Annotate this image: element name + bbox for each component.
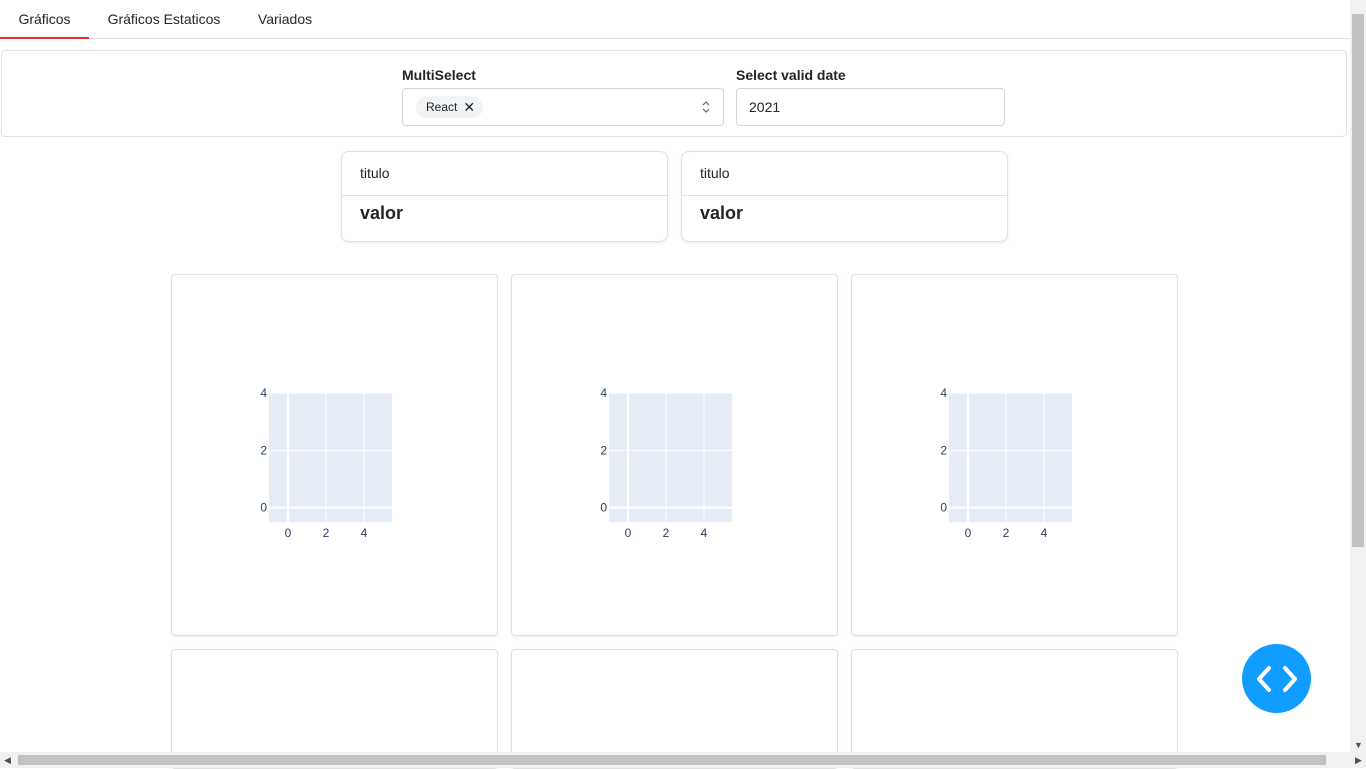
x-tick-label: 0 [965,526,972,540]
x-tick-label: 2 [323,526,330,540]
y-tick-label: 0 [260,501,267,515]
tab-graficos[interactable]: Gráficos [0,0,89,39]
date-label: Select valid date [736,67,846,83]
tab-label: Gráficos Estaticos [107,11,221,27]
x-tick-label: 4 [701,526,708,540]
y-tick-label: 4 [260,386,267,400]
selected-pill: React ✕ [416,96,484,118]
remove-pill-icon[interactable]: ✕ [463,96,475,118]
y-tick-label: 4 [600,386,607,400]
empty-plot: 0246420 [940,386,1072,540]
chart-card: 0246420 [171,274,498,636]
y-tick-label: 4 [940,386,947,400]
x-tick-label: 2 [663,526,670,540]
chart-card [171,649,498,769]
x-tick-label: 0 [625,526,632,540]
horizontal-scroll-thumb[interactable] [18,755,1326,765]
kpi-title: titulo [360,165,390,181]
kpi-title: titulo [700,165,730,181]
multiselect-input[interactable]: React ✕ [402,88,724,126]
x-tick-label: 2 [1003,526,1010,540]
tab-bar: Gráficos Gráficos Estaticos Variados [0,0,1350,39]
date-field[interactable]: 2021 [736,88,1005,126]
x-tick-label: 0 [285,526,292,540]
kpi-card: titulo valor [341,151,668,242]
y-tick-label: 2 [940,443,947,457]
code-toggle-button[interactable] [1242,644,1311,713]
tab-variados[interactable]: Variados [239,0,331,38]
y-tick-label: 0 [940,501,947,515]
code-brackets-icon [1256,665,1297,692]
scroll-left-arrow[interactable]: ◀ [4,755,11,765]
y-tick-label: 0 [600,501,607,515]
tab-graficos-estaticos[interactable]: Gráficos Estaticos [89,0,239,38]
y-tick-label: 2 [600,443,607,457]
pill-label: React [426,100,458,114]
vertical-scroll-thumb[interactable] [1352,14,1364,547]
divider [682,195,1007,196]
scroll-right-arrow[interactable]: ▶ [1355,755,1362,765]
chart-card: 0246420 [511,274,838,636]
scroll-down-arrow[interactable]: ▼ [1354,740,1363,750]
empty-plot: 0246420 [600,386,732,540]
y-tick-label: 2 [260,443,267,457]
kpi-value: valor [700,203,744,223]
x-tick-label: 4 [1041,526,1048,540]
empty-plot: 0246420 [260,386,392,540]
chart-card: 0246420 [851,274,1178,636]
x-tick-label: 4 [361,526,368,540]
divider [342,195,667,196]
kpi-value: valor [360,203,404,223]
chart-card [511,649,838,769]
kpi-card: titulo valor [681,151,1008,242]
multiselect-label: MultiSelect [402,67,476,83]
tab-label: Variados [257,11,313,27]
tab-label: Gráficos [18,11,71,27]
chevron-up-down-icon [702,101,710,113]
chart-card [851,649,1178,769]
